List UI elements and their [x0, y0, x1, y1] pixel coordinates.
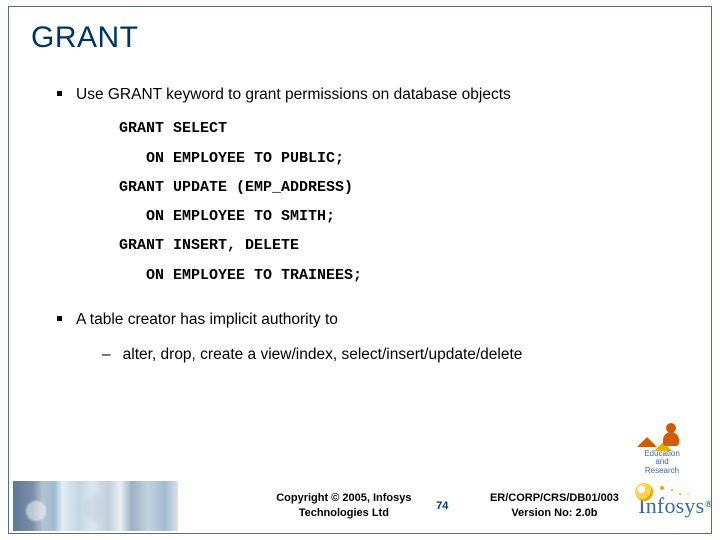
footer-photo — [13, 481, 178, 531]
copyright: Copyright © 2005, Infosys Technologies L… — [272, 491, 416, 520]
bullet-icon — [57, 91, 62, 96]
copyright-line: Technologies Ltd — [299, 507, 389, 519]
slide-content: Use GRANT keyword to grant permissions o… — [9, 55, 711, 366]
sub-bullet-text: alter, drop, create a view/index, select… — [123, 343, 523, 366]
logo-text: Infosys — [638, 493, 704, 519]
sub-bullet-item: – alter, drop, create a view/index, sele… — [57, 343, 675, 366]
doc-reference: ER/CORP/CRS/DB01/003 Version No: 2.0b — [479, 491, 631, 520]
education-research-badge: Education and Research — [633, 419, 691, 475]
bullet-text: Use GRANT keyword to grant permissions o… — [76, 83, 511, 106]
docref-line: ER/CORP/CRS/DB01/003 — [490, 492, 619, 504]
slide-title: GRANT — [9, 7, 711, 55]
registered-icon: ® — [705, 499, 712, 509]
bullet-text: A table creator has implicit authority t… — [76, 308, 338, 331]
person-icon — [666, 423, 676, 433]
bullet-item: Use GRANT keyword to grant permissions o… — [57, 83, 675, 106]
dash-icon: – — [102, 343, 111, 366]
page-number: 74 — [430, 500, 455, 512]
code-block: GRANT SELECT ON EMPLOYEE TO PUBLIC; GRAN… — [57, 110, 675, 290]
slide-frame: GRANT Use GRANT keyword to grant permiss… — [8, 6, 712, 534]
bullet-icon — [57, 316, 62, 321]
bullet-item: A table creator has implicit authority t… — [57, 308, 675, 331]
slide-footer: Copyright © 2005, Infosys Technologies L… — [9, 478, 711, 533]
docref-line: Version No: 2.0b — [511, 507, 597, 519]
copyright-line: Copyright © 2005, Infosys — [276, 492, 411, 504]
badge-line: Research — [645, 466, 679, 475]
infosys-logo: Infosys® — [638, 484, 711, 528]
badge-caption: Education and Research — [633, 450, 691, 475]
